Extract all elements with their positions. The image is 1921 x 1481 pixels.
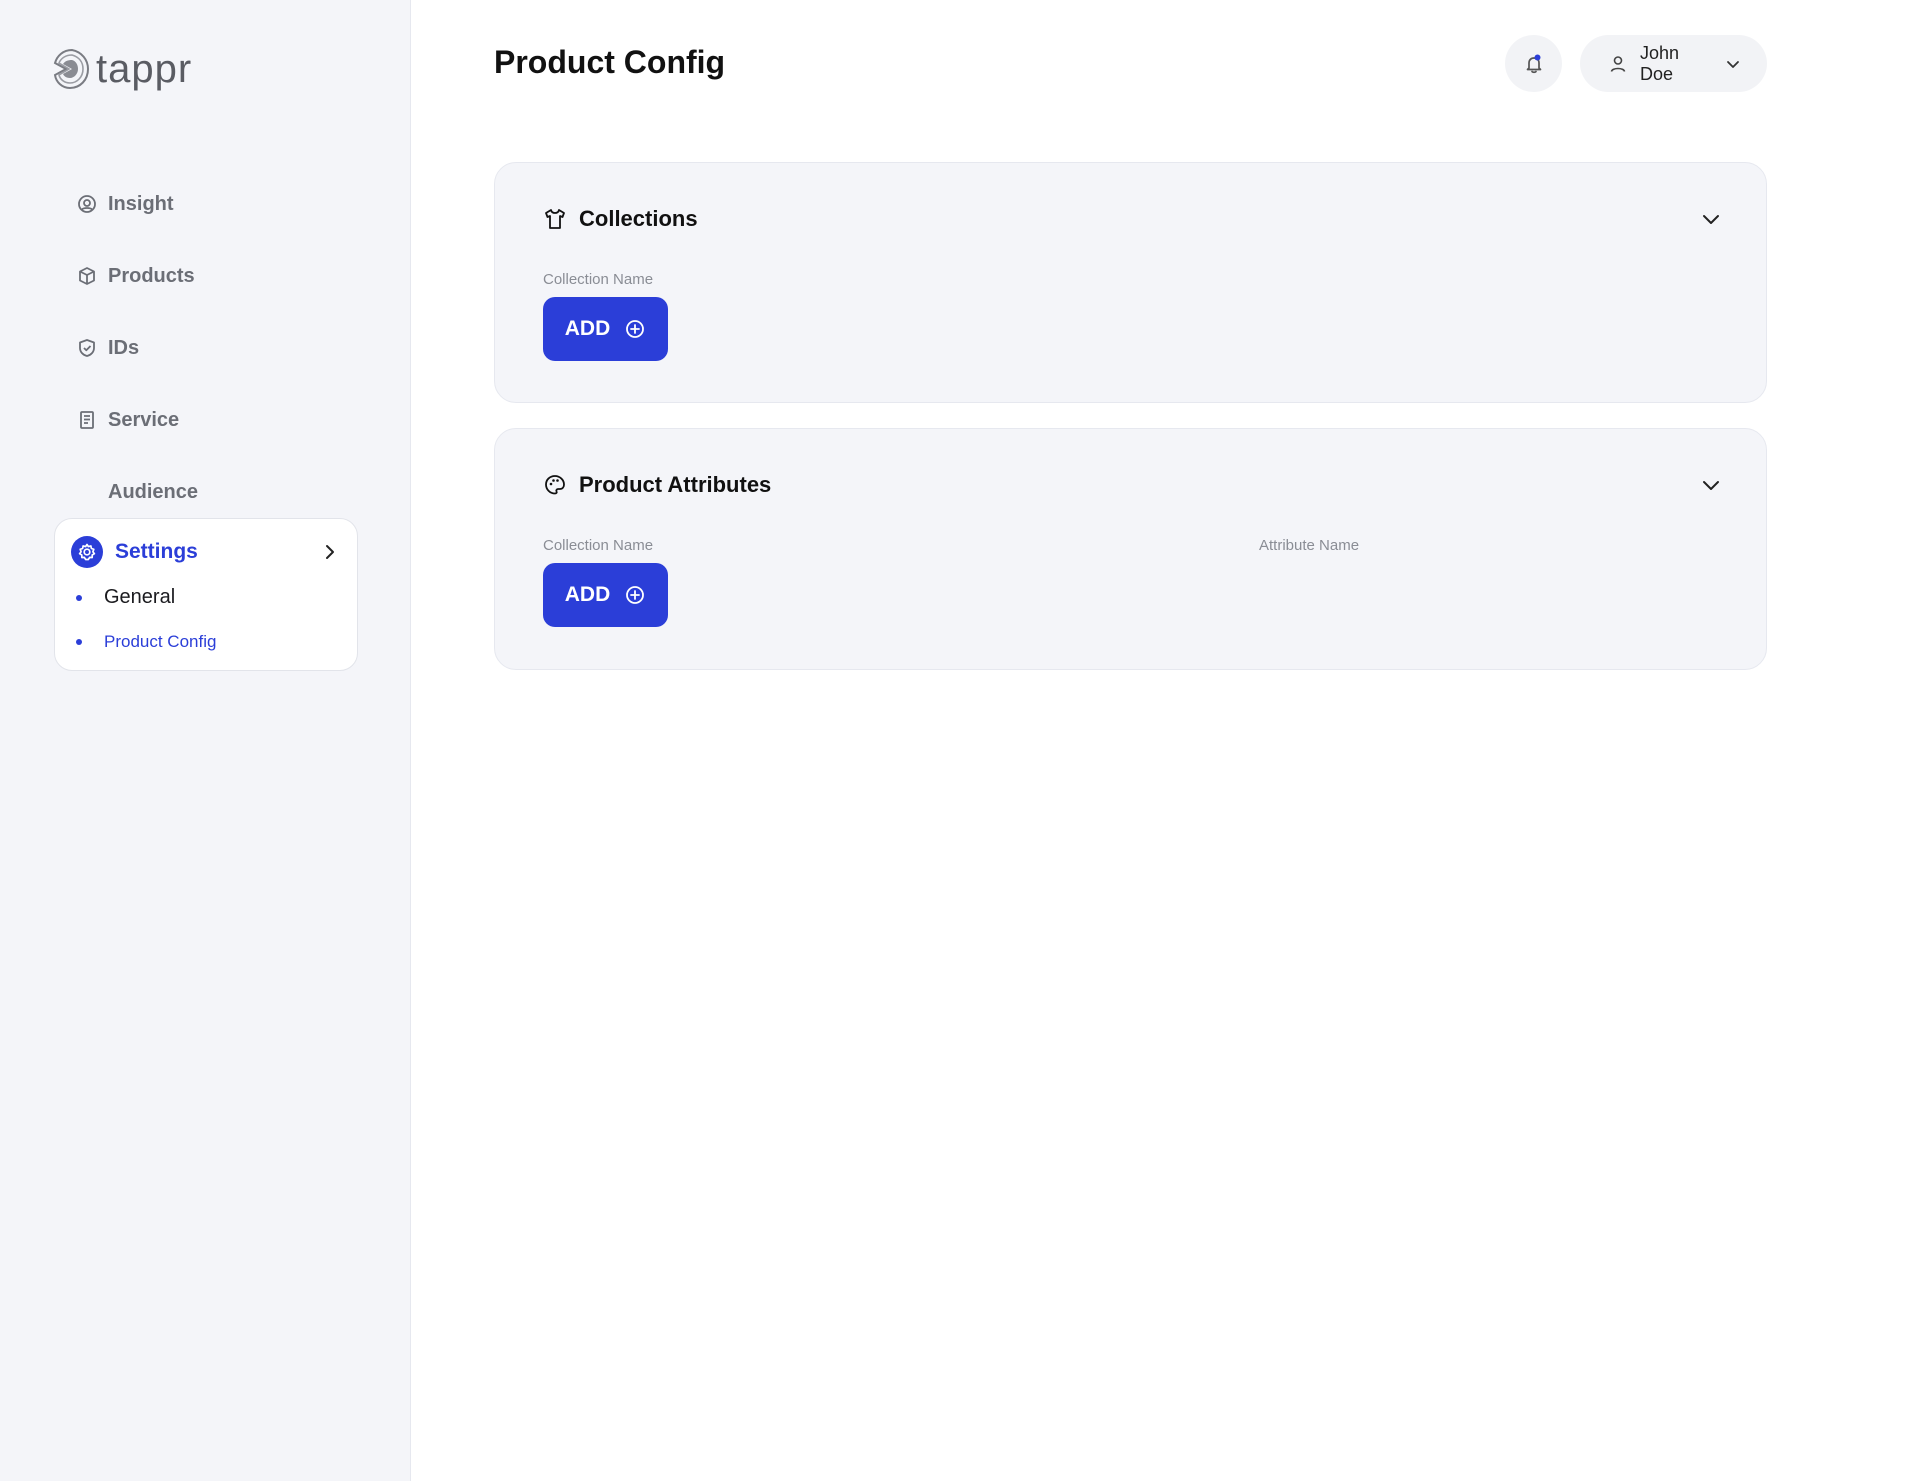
page-title: Product Config (494, 44, 726, 80)
tappr-logo-icon (53, 48, 90, 90)
sidebar-subitem-label: Product Config (104, 632, 217, 651)
sidebar: tappr Insight Products IDs Service Audie… (0, 0, 411, 1481)
product-attributes-panel: Product Attributes Collection Name Attri… (494, 428, 1767, 670)
audience-icon (76, 481, 98, 503)
user-icon (1610, 55, 1626, 72)
panel-title: Product Attributes (579, 472, 772, 497)
panel-title: Collections (579, 206, 698, 231)
plus-circle-icon (626, 586, 645, 604)
sidebar-subitem-general[interactable]: General (76, 586, 175, 609)
field-label-attribute-name: Attribute Name (1259, 537, 1360, 554)
sidebar-item-settings[interactable]: Settings (71, 535, 339, 569)
bell-icon (1526, 54, 1541, 73)
settings-label: Settings (115, 540, 198, 563)
notifications-button[interactable] (1505, 35, 1562, 92)
sidebar-nav: Insight Products IDs Service Audience (76, 168, 198, 528)
chevron-down-icon[interactable] (1700, 208, 1722, 230)
receipt-icon (76, 409, 98, 431)
logo-text: tappr (96, 47, 193, 91)
add-collection-button[interactable]: ADD (543, 297, 668, 361)
add-button-label: ADD (564, 583, 611, 606)
sidebar-item-label: IDs (108, 336, 140, 359)
sidebar-subitem-label: General (104, 586, 176, 608)
plus-circle-icon (626, 320, 645, 338)
gear-icon (71, 536, 103, 568)
palette-icon (543, 473, 567, 497)
user-menu-button[interactable]: John Doe (1580, 35, 1767, 92)
sidebar-item-ids[interactable]: IDs (76, 312, 198, 384)
logo[interactable]: tappr (52, 48, 192, 90)
sidebar-item-label: Insight (108, 192, 174, 215)
bullet-dot (76, 594, 82, 601)
user-name: John Doe (1640, 42, 1680, 84)
shield-check-icon (76, 337, 98, 359)
add-button-label: ADD (564, 317, 611, 340)
sidebar-item-products[interactable]: Products (76, 240, 198, 312)
collections-panel: Collections Collection Name ADD (494, 162, 1767, 403)
product-attributes-header[interactable]: Product Attributes (543, 469, 1722, 501)
insight-icon (76, 193, 98, 215)
bullet-dot (76, 639, 82, 645)
sidebar-subitem-product-config[interactable]: Product Config (76, 632, 216, 652)
field-label-collection-name: Collection Name (543, 537, 654, 554)
sidebar-item-label: Audience (108, 480, 199, 503)
chevron-right-icon (326, 545, 334, 559)
chevron-down-icon (1727, 60, 1739, 68)
box-icon (76, 265, 98, 287)
sidebar-item-service[interactable]: Service (76, 384, 198, 456)
sidebar-item-label: Service (108, 408, 180, 431)
tshirt-icon (543, 207, 567, 231)
sidebar-item-insight[interactable]: Insight (76, 168, 198, 240)
chevron-down-icon[interactable] (1700, 474, 1722, 496)
add-attribute-button[interactable]: ADD (543, 563, 668, 627)
collections-header[interactable]: Collections (543, 203, 1722, 235)
field-label-collection-name: Collection Name (543, 271, 654, 288)
sidebar-item-label: Products (108, 264, 195, 287)
